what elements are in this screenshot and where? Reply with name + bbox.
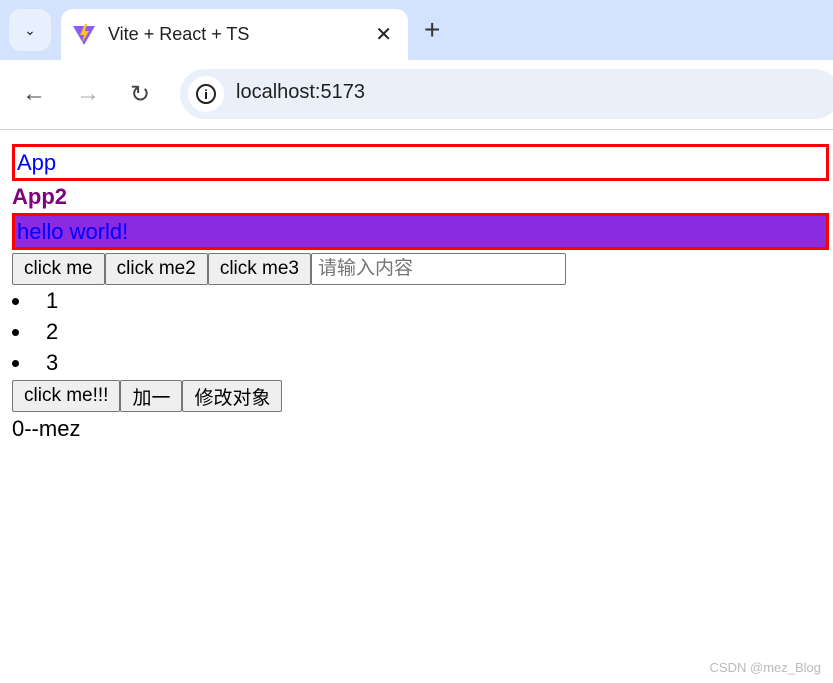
- app-heading: App: [12, 144, 829, 181]
- app2-heading: App2: [12, 184, 67, 209]
- watermark: CSDN @mez_Blog: [709, 660, 821, 675]
- content-input[interactable]: [311, 253, 566, 285]
- tab-search-button[interactable]: ⌄: [9, 9, 51, 51]
- tab-strip: ⌄ Vite + React + TS ✕ +: [0, 0, 833, 60]
- vite-logo-icon: [73, 23, 95, 45]
- close-tab-icon[interactable]: ✕: [375, 22, 392, 47]
- list-item: 3: [12, 347, 829, 378]
- page-content: App App2 hello world! click me click me2…: [12, 131, 829, 444]
- list-item: 1: [12, 285, 829, 316]
- number-list: 1 2 3: [12, 285, 829, 378]
- tab-active[interactable]: Vite + React + TS ✕: [61, 9, 408, 60]
- click-me-button[interactable]: click me: [12, 253, 105, 285]
- click-me-excl-button[interactable]: click me!!!: [12, 380, 121, 412]
- forward-icon[interactable]: →: [76, 80, 100, 108]
- url-text[interactable]: localhost:5173: [236, 81, 365, 104]
- add-one-button[interactable]: 加一: [120, 380, 183, 412]
- new-tab-icon[interactable]: +: [424, 14, 440, 46]
- site-info-icon[interactable]: i: [188, 76, 224, 112]
- click-me2-button[interactable]: click me2: [104, 253, 208, 285]
- reload-icon[interactable]: ↻: [130, 80, 150, 109]
- click-me3-button[interactable]: click me3: [207, 253, 311, 285]
- hello-text: hello world!: [12, 213, 829, 250]
- list-item: 2: [12, 316, 829, 347]
- output-text: 0--mez: [12, 416, 81, 441]
- back-icon[interactable]: ←: [22, 80, 46, 108]
- chevron-down-icon: ⌄: [24, 21, 36, 38]
- browser-toolbar: ← → ↻ i localhost:5173: [0, 60, 833, 130]
- tab-title: Vite + React + TS: [108, 24, 250, 44]
- modify-object-button[interactable]: 修改对象: [182, 380, 283, 412]
- address-bar[interactable]: i localhost:5173: [180, 69, 833, 119]
